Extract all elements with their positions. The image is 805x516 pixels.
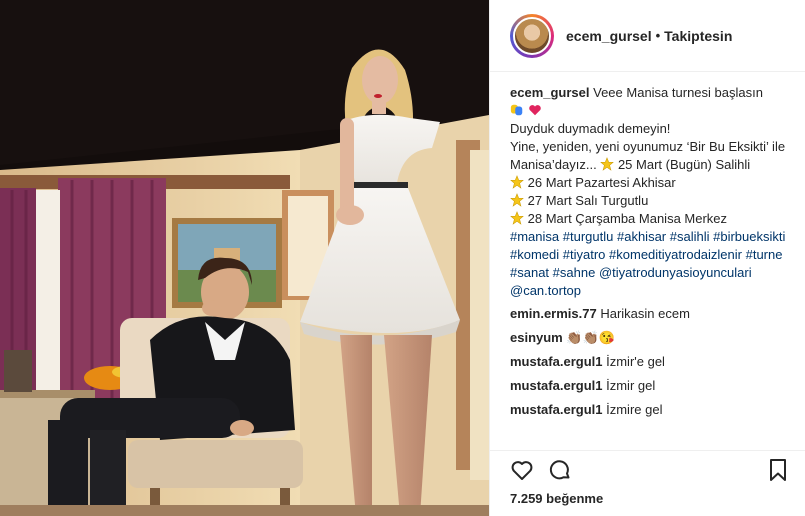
likes-count[interactable]: 7.259 beğenme	[510, 491, 789, 506]
comments-list[interactable]: ecem_gursel Veee Manisa turnesi başlasın…	[490, 72, 805, 450]
stage-photo-image	[0, 0, 489, 516]
post-footer: 7.259 beğenme	[490, 450, 805, 516]
comment-username[interactable]: mustafa.ergul1	[510, 402, 602, 417]
hashtag-link[interactable]: #turne	[746, 247, 783, 262]
hashtag-link[interactable]: #komeditiyatrodaizlenir	[609, 247, 742, 262]
comment-item: mustafa.ergul1 İzmir gel	[510, 377, 789, 395]
hashtag-link[interactable]: #birbueksikti	[713, 229, 785, 244]
star-icon	[600, 157, 615, 171]
comment-item: mustafa.ergul1 İzmire gel	[510, 401, 789, 419]
comment-icon	[549, 460, 570, 480]
hashtag-link[interactable]: #komedi	[510, 247, 559, 262]
bookmark-icon	[770, 459, 786, 481]
header-separator: •	[655, 28, 661, 43]
comment-text: İzmir gel	[606, 378, 656, 393]
comment-text: Harikasin ecem	[600, 306, 690, 321]
heart-icon	[511, 461, 533, 480]
comment-item: mustafa.ergul1 İzmir'e gel	[510, 353, 789, 371]
like-button[interactable]	[510, 458, 534, 482]
star-icon	[510, 175, 524, 189]
comment-item: esinyum 👏🏽👏🏽😘	[510, 329, 789, 347]
comment-text: 👏🏽👏🏽😘	[566, 330, 615, 345]
caption: ecem_gursel Veee Manisa turnesi başlasın…	[510, 84, 789, 300]
post-photo[interactable]	[0, 0, 489, 516]
comment-username[interactable]: emin.ermis.77	[510, 306, 597, 321]
caption-text-line1: Veee Manisa turnesi başlasın	[593, 85, 763, 100]
comment-username[interactable]: mustafa.ergul1	[510, 354, 602, 369]
header-username[interactable]: ecem_gursel	[566, 28, 652, 44]
mention-link[interactable]: @can.tortop	[510, 283, 581, 298]
story-ring[interactable]	[510, 13, 554, 58]
follow-status-button[interactable]: Takiptesin	[664, 28, 732, 44]
mention-link[interactable]: @tiyatrodunyasioyunculari	[599, 265, 752, 280]
hashtag-link[interactable]: #salihli	[670, 229, 710, 244]
hashtag-link[interactable]: #tiyatro	[563, 247, 606, 262]
avatar[interactable]	[513, 16, 551, 55]
comment-button[interactable]	[548, 458, 572, 482]
caption-text-line4: 26 Mart Pazartesi Akhisar	[527, 175, 676, 190]
hashtag-link[interactable]: #sanat	[510, 265, 549, 280]
red-heart-icon	[528, 105, 541, 116]
caption-text-line5: 27 Mart Salı Turgutlu	[527, 193, 649, 208]
hashtag-link[interactable]: #akhisar	[617, 229, 666, 244]
comment-text: İzmir'e gel	[606, 354, 665, 369]
theater-masks-icon	[510, 104, 523, 116]
post-sidebar: ecem_gursel • Takiptesin ecem_gursel Vee…	[489, 0, 805, 516]
comment-username[interactable]: mustafa.ergul1	[510, 378, 602, 393]
caption-text-line3-tail: 25 Mart (Bugün) Salihli	[617, 157, 751, 172]
caption-text-line2: Duyduk duymadık demeyin!	[510, 121, 671, 136]
hashtag-link[interactable]: #turgutlu	[563, 229, 614, 244]
comment-text: İzmire gel	[606, 402, 663, 417]
star-icon	[510, 211, 524, 225]
instagram-post: ecem_gursel • Takiptesin ecem_gursel Vee…	[0, 0, 805, 516]
save-button[interactable]	[767, 458, 789, 482]
hashtag-link[interactable]: #manisa	[510, 229, 559, 244]
hashtag-link[interactable]: #sahne	[553, 265, 596, 280]
caption-text-line6: 28 Mart Çarşamba Manisa Merkez	[527, 211, 728, 226]
post-header: ecem_gursel • Takiptesin	[490, 0, 805, 72]
hashtags: #manisa #turgutlu #akhisar #salihli #bir…	[510, 228, 789, 300]
star-icon	[510, 193, 524, 207]
caption-username[interactable]: ecem_gursel	[510, 85, 590, 100]
comment-item: emin.ermis.77 Harikasin ecem	[510, 305, 789, 323]
comment-username[interactable]: esinyum	[510, 330, 563, 345]
action-bar	[510, 451, 789, 489]
